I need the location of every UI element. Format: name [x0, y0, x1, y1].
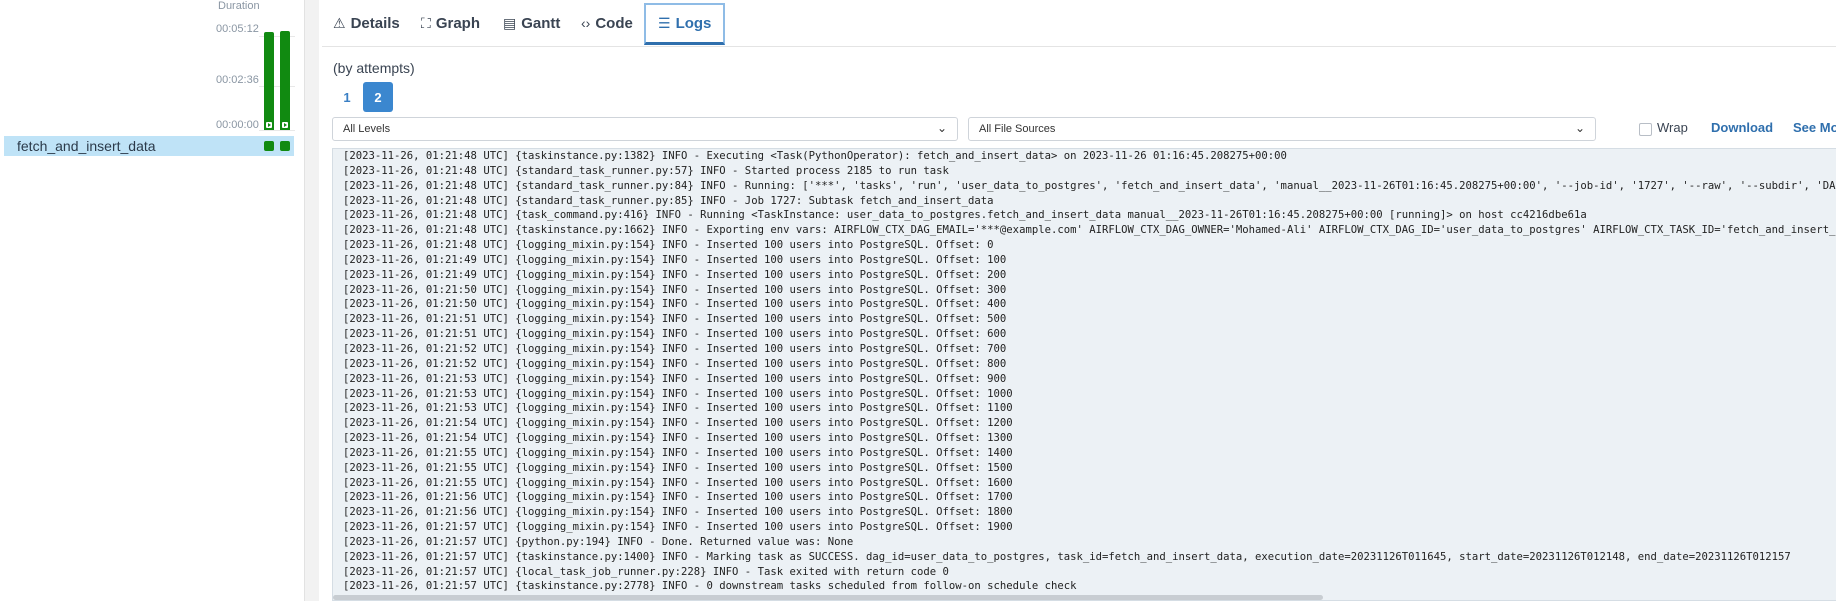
file-source-select[interactable]: All File Sources ⌄ — [968, 117, 1596, 141]
tab-graph[interactable]: ⛶ Graph — [421, 6, 480, 40]
log-line: [2023-11-26, 01:21:52 UTC] {logging_mixi… — [343, 342, 1007, 355]
log-line: [2023-11-26, 01:21:52 UTC] {logging_mixi… — [343, 357, 1007, 370]
task-name: fetch_and_insert_data — [17, 138, 156, 154]
tab-label: Gantt — [521, 14, 561, 32]
log-line: [2023-11-26, 01:21:48 UTC] {standard_tas… — [343, 164, 949, 177]
log-line: [2023-11-26, 01:21:49 UTC] {logging_mixi… — [343, 253, 1007, 266]
log-line: [2023-11-26, 01:21:48 UTC] {standard_tas… — [343, 194, 994, 207]
tab-details[interactable]: ⚠ Details — [333, 6, 400, 40]
chevron-down-icon: ⌄ — [1574, 121, 1585, 135]
log-line: [2023-11-26, 01:21:53 UTC] {logging_mixi… — [343, 387, 1013, 400]
tab-label: Code — [595, 14, 633, 32]
log-line: [2023-11-26, 01:21:57 UTC] {taskinstance… — [343, 580, 1077, 593]
attempt-1-button[interactable]: 1 — [332, 82, 362, 112]
log-line: [2023-11-26, 01:21:57 UTC] {local_task_j… — [343, 565, 949, 578]
log-line: [2023-11-26, 01:21:53 UTC] {logging_mixi… — [343, 372, 1007, 385]
duration-label: Duration — [218, 0, 260, 12]
panel-resize-handle[interactable] — [304, 0, 319, 601]
tab-label: Logs — [675, 15, 712, 32]
tab-label: Graph — [435, 14, 480, 32]
log-line: [2023-11-26, 01:21:51 UTC] {logging_mixi… — [343, 313, 1007, 326]
log-line: [2023-11-26, 01:21:50 UTC] {logging_mixi… — [343, 298, 1007, 311]
log-level-value: All Levels — [343, 123, 391, 135]
attempts-label: (by attempts) — [333, 60, 415, 76]
tab-logs[interactable]: ☰ Logs — [644, 3, 726, 45]
log-line: [2023-11-26, 01:21:49 UTC] {logging_mixi… — [343, 268, 1007, 281]
run-duration-bar[interactable] — [280, 31, 290, 130]
attempt-2-button[interactable]: 2 — [363, 82, 393, 112]
log-line: [2023-11-26, 01:21:48 UTC] {logging_mixi… — [343, 239, 994, 252]
tab-label: Details — [350, 14, 400, 32]
play-icon — [282, 122, 288, 128]
alert-triangle-icon: ⚠ — [333, 14, 346, 31]
task-instance-status-square[interactable] — [280, 141, 290, 151]
log-lines: [2023-11-26, 01:21:48 UTC] {taskinstance… — [343, 149, 1836, 594]
log-line: [2023-11-26, 01:21:55 UTC] {logging_mixi… — [343, 446, 1013, 459]
log-line: [2023-11-26, 01:21:48 UTC] {taskinstance… — [343, 224, 1836, 237]
see-more-link[interactable]: See More — [1793, 120, 1836, 135]
grid-panel: Duration 00:05:12 00:02:36 00:00:00 fetc… — [0, 0, 300, 601]
duration-tick-mid: 00:02:36 — [216, 74, 259, 86]
duration-tick-min: 00:00:00 — [216, 119, 259, 131]
log-level-select[interactable]: All Levels ⌄ — [332, 117, 958, 141]
tab-code[interactable]: ‹› Code — [581, 6, 633, 40]
log-line: [2023-11-26, 01:21:54 UTC] {logging_mixi… — [343, 417, 1013, 430]
grid-line — [259, 130, 295, 131]
log-line: [2023-11-26, 01:21:57 UTC] {python.py:19… — [343, 535, 854, 548]
duration-tick-max: 00:05:12 — [216, 23, 259, 35]
download-link[interactable]: Download — [1711, 120, 1773, 135]
logs-icon: ☰ — [658, 15, 671, 31]
log-line: [2023-11-26, 01:21:48 UTC] {standard_tas… — [343, 179, 1836, 192]
task-row-fetch-and-insert-data[interactable]: fetch_and_insert_data — [4, 136, 294, 156]
tab-bar: ⚠ Details ⛶ Graph ▤ Gantt ‹› Code ☰ Logs — [322, 0, 1836, 47]
log-line: [2023-11-26, 01:21:48 UTC] {task_command… — [343, 209, 1587, 222]
log-line: [2023-11-26, 01:21:56 UTC] {logging_mixi… — [343, 506, 1013, 519]
log-line: [2023-11-26, 01:21:56 UTC] {logging_mixi… — [343, 491, 1013, 504]
log-line: [2023-11-26, 01:21:57 UTC] {taskinstance… — [343, 550, 1791, 563]
gantt-icon: ▤ — [503, 14, 517, 31]
wrap-label: Wrap — [1657, 120, 1688, 135]
log-line: [2023-11-26, 01:21:55 UTC] {logging_mixi… — [343, 461, 1013, 474]
tab-gantt[interactable]: ▤ Gantt — [503, 6, 560, 40]
wrap-checkbox[interactable] — [1639, 123, 1652, 136]
play-icon — [266, 122, 272, 128]
task-instance-status-square[interactable] — [264, 141, 274, 151]
log-line: [2023-11-26, 01:21:50 UTC] {logging_mixi… — [343, 283, 1007, 296]
log-line: [2023-11-26, 01:21:55 UTC] {logging_mixi… — [343, 476, 1013, 489]
code-icon: ‹› — [581, 15, 591, 31]
log-line: [2023-11-26, 01:21:57 UTC] {logging_mixi… — [343, 521, 1013, 534]
graph-icon: ⛶ — [421, 14, 431, 31]
chevron-down-icon: ⌄ — [936, 121, 947, 135]
log-output[interactable]: [2023-11-26, 01:21:48 UTC] {taskinstance… — [332, 148, 1836, 601]
horizontal-scrollbar[interactable] — [333, 595, 1323, 600]
log-line: [2023-11-26, 01:21:48 UTC] {taskinstance… — [343, 150, 1287, 162]
log-line: [2023-11-26, 01:21:54 UTC] {logging_mixi… — [343, 432, 1013, 445]
file-source-value: All File Sources — [979, 123, 1056, 135]
log-line: [2023-11-26, 01:21:53 UTC] {logging_mixi… — [343, 402, 1013, 415]
run-duration-bar[interactable] — [264, 32, 274, 130]
log-line: [2023-11-26, 01:21:51 UTC] {logging_mixi… — [343, 328, 1007, 341]
